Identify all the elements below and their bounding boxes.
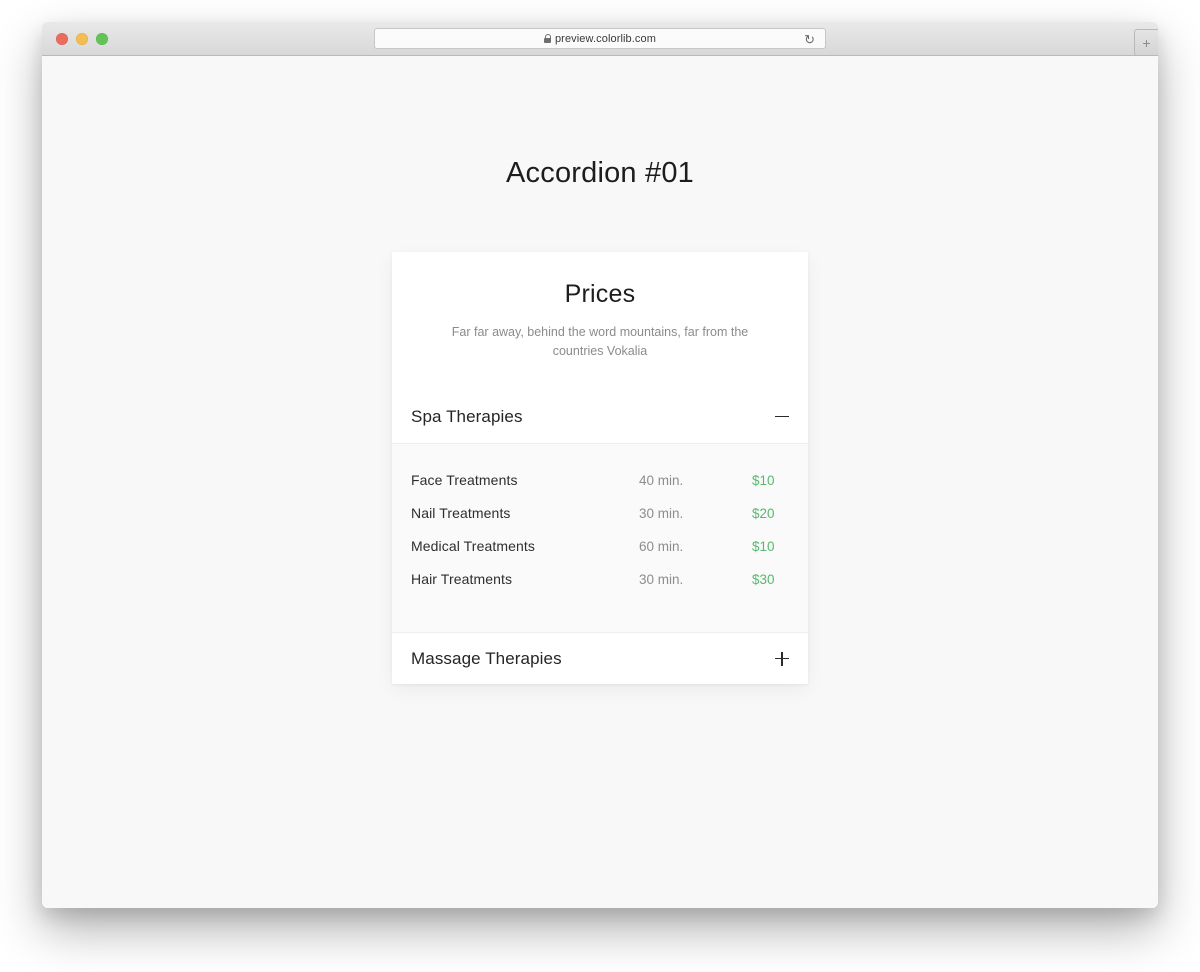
zoom-window-button[interactable] xyxy=(96,33,108,45)
accordion-body-spa-therapies: Face Treatments 40 min. $10 Nail Treatme… xyxy=(392,443,808,632)
plus-icon[interactable] xyxy=(775,651,789,666)
accordion-panel-massage-therapies: Massage Therapies xyxy=(392,632,808,684)
price-row: Hair Treatments 30 min. $30 xyxy=(411,571,789,604)
browser-titlebar: preview.colorlib.com ↻ + xyxy=(42,22,1158,56)
price-duration: 40 min. xyxy=(639,473,684,488)
card-subtitle: Far far away, behind the word mountains,… xyxy=(451,325,749,358)
page-title: Accordion #01 xyxy=(506,157,694,189)
price-name: Face Treatments xyxy=(411,472,518,488)
accordion-header-massage-therapies[interactable]: Massage Therapies xyxy=(392,632,808,684)
url-text: preview.colorlib.com xyxy=(554,32,657,45)
price-duration: 30 min. xyxy=(639,572,684,587)
price-row: Face Treatments 40 min. $10 xyxy=(411,472,789,505)
price-amount: $20 xyxy=(752,506,775,521)
page-viewport: Accordion #01 Prices Far far away, behin… xyxy=(42,56,1158,908)
price-amount: $30 xyxy=(752,572,775,587)
price-name: Medical Treatments xyxy=(411,538,535,554)
browser-window: preview.colorlib.com ↻ + Accordion #01 P… xyxy=(42,22,1158,908)
accordion-title-spa-therapies: Spa Therapies xyxy=(411,407,523,426)
price-duration: 30 min. xyxy=(639,506,684,521)
card-title: Prices xyxy=(564,280,636,308)
lock-icon xyxy=(543,34,552,43)
accordion-panel-spa-therapies: Spa Therapies Face Treatments 40 min. $1… xyxy=(392,391,808,632)
accordion-title-massage-therapies: Massage Therapies xyxy=(411,648,562,668)
minus-icon[interactable] xyxy=(775,410,789,424)
new-tab-button[interactable]: + xyxy=(1134,29,1158,56)
price-duration: 60 min. xyxy=(639,539,684,554)
price-amount: $10 xyxy=(752,473,775,488)
card-header: Prices Far far away, behind the word mou… xyxy=(392,252,808,391)
minimize-window-button[interactable] xyxy=(76,33,88,45)
address-bar-content: preview.colorlib.com xyxy=(543,32,657,45)
accordion-card: Prices Far far away, behind the word mou… xyxy=(392,252,808,684)
price-name: Hair Treatments xyxy=(411,571,513,587)
address-bar[interactable]: preview.colorlib.com ↻ xyxy=(374,28,826,49)
price-name: Nail Treatments xyxy=(411,505,511,521)
close-window-button[interactable] xyxy=(56,33,68,45)
price-amount: $10 xyxy=(752,539,775,554)
reload-icon[interactable]: ↻ xyxy=(804,33,815,46)
price-row: Medical Treatments 60 min. $10 xyxy=(411,538,789,571)
accordion-header-spa-therapies[interactable]: Spa Therapies xyxy=(392,391,808,443)
window-controls xyxy=(56,33,108,45)
price-row: Nail Treatments 30 min. $20 xyxy=(411,505,789,538)
